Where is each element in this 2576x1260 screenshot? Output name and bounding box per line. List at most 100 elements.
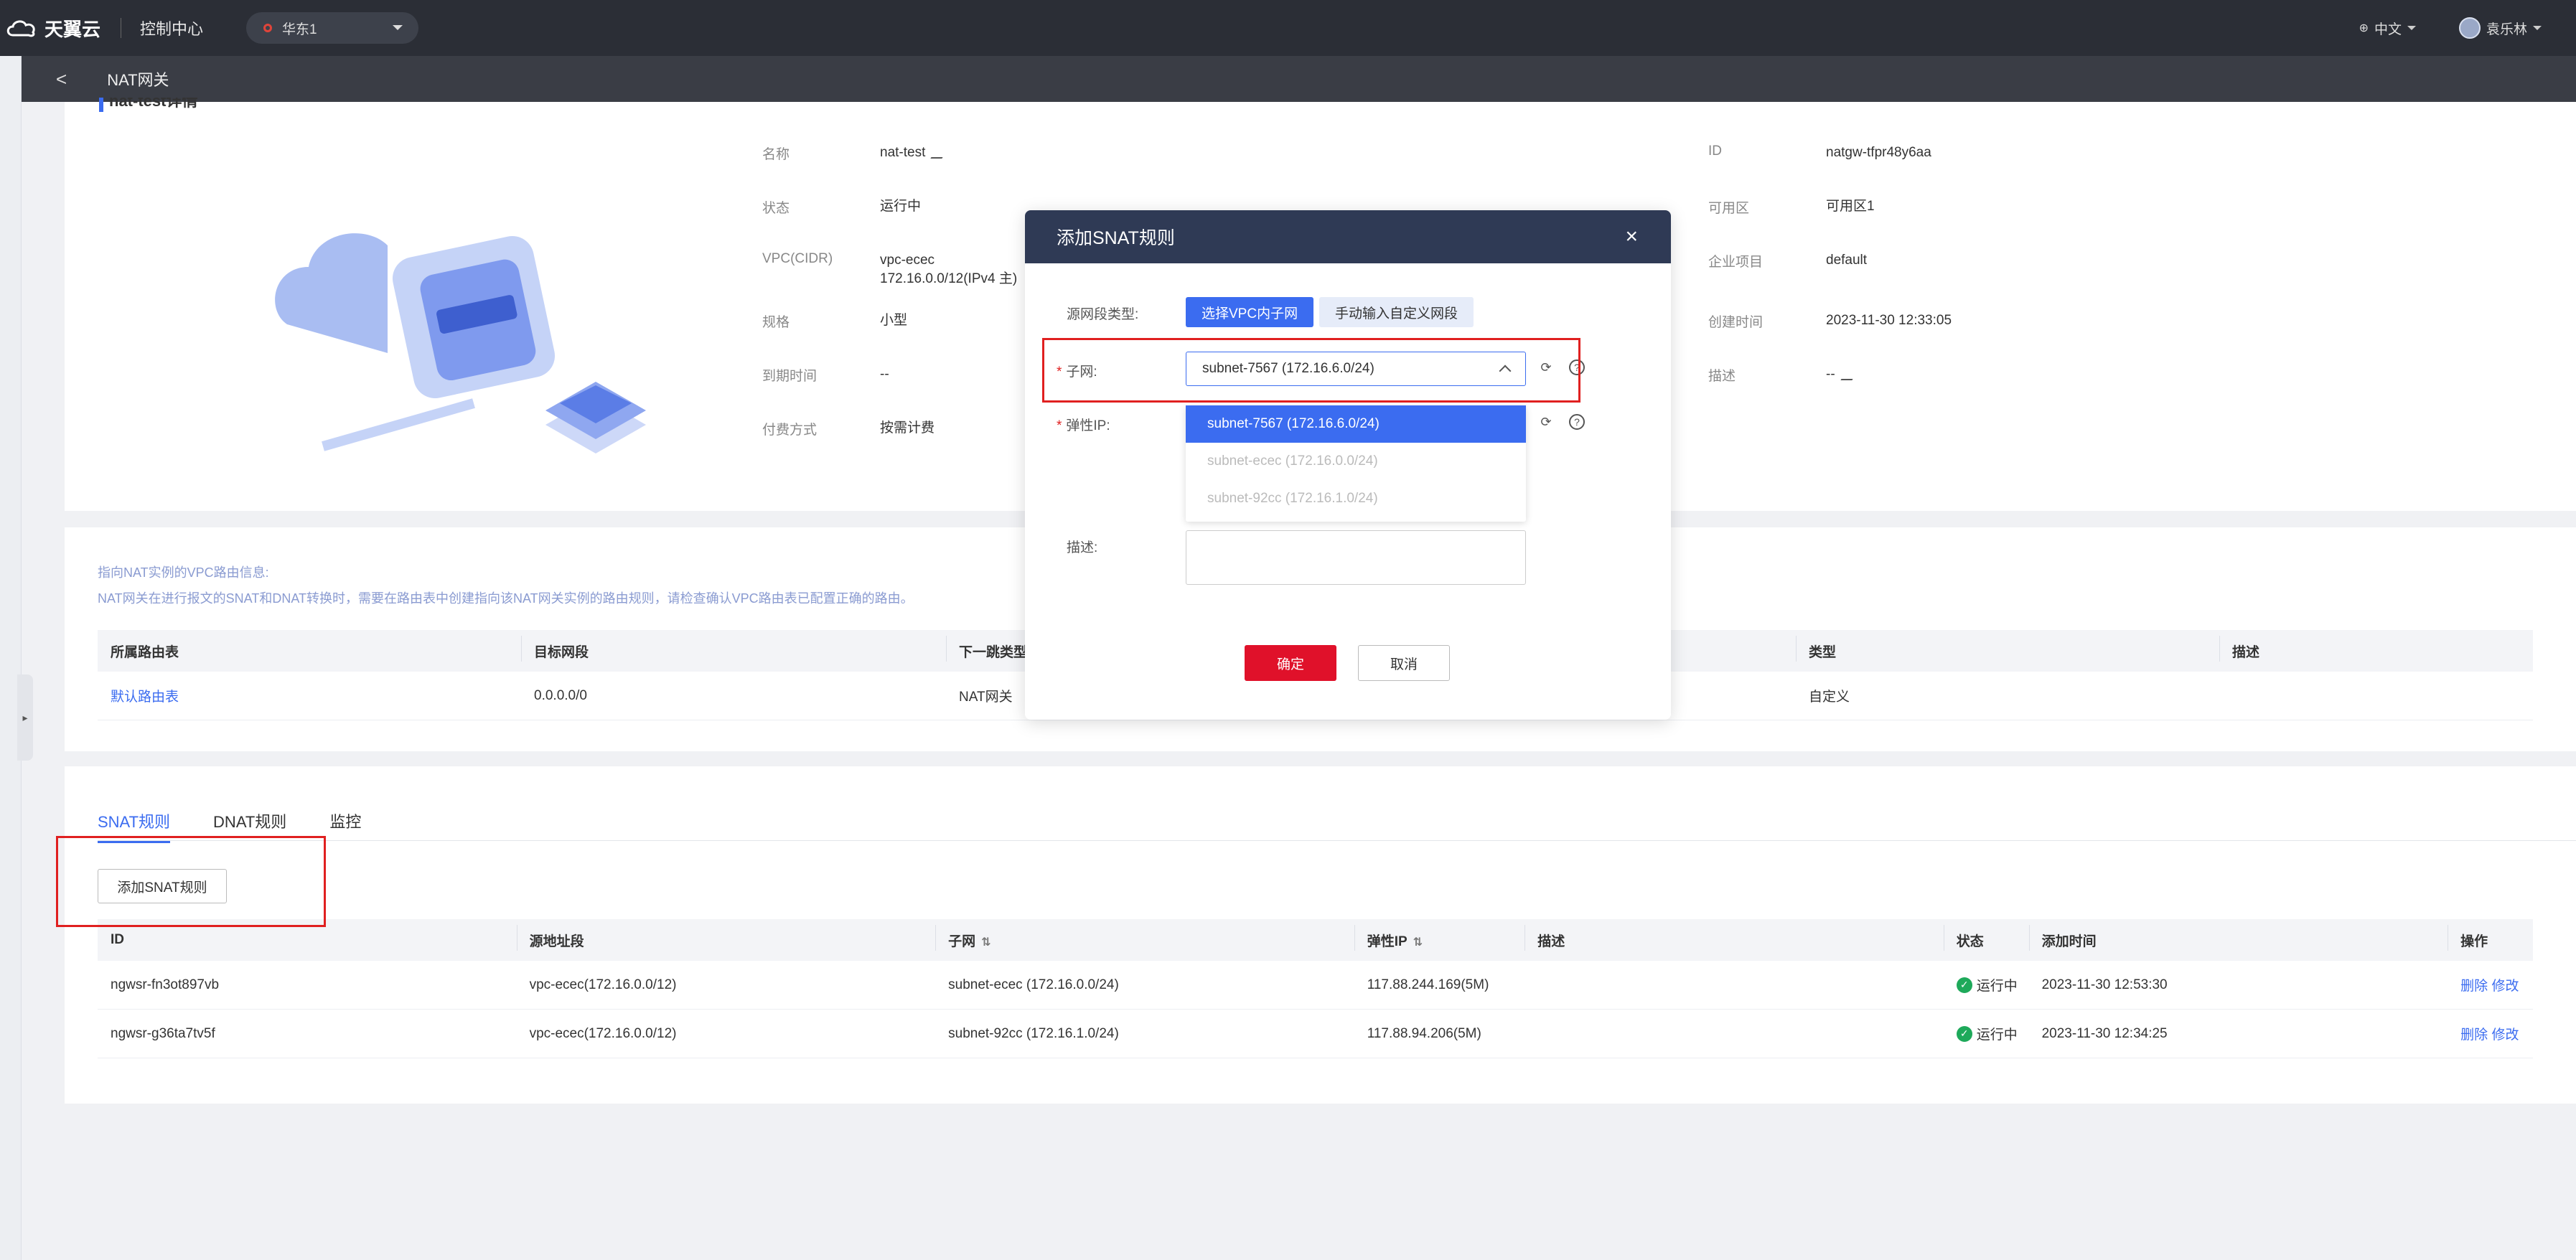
- subnet-option[interactable]: subnet-92cc (172.16.1.0/24): [1186, 480, 1526, 517]
- dialog-title: 添加SNAT规则: [1057, 228, 1175, 248]
- status-value: 运行中: [880, 199, 922, 214]
- sort-icon[interactable]: ⇅: [1413, 936, 1423, 949]
- route-hint-text: NAT网关在进行报文的SNAT和DNAT转换时，需要在路由表中创建指向该NAT网…: [98, 591, 914, 606]
- column-header: ID: [111, 932, 124, 947]
- field-label: 名称: [762, 147, 790, 162]
- globe-icon: ⊕: [2359, 22, 2369, 34]
- delete-link[interactable]: 删除: [2460, 1028, 2488, 1043]
- field-label: 可用区: [1708, 201, 1750, 216]
- route-table-link[interactable]: 默认路由表: [98, 686, 521, 705]
- snat-rules-table: ID 源地址段 子网 ⇅ 弹性IP ⇅ 描述 状态 添加时间 操作 ngwsr-fn…: [98, 919, 2533, 1058]
- status-text: 运行中: [1976, 1028, 2018, 1043]
- delete-link[interactable]: 删除: [2460, 979, 2488, 994]
- rule-eip: 117.88.94.206(5M): [1367, 1025, 1481, 1041]
- created-value: 2023-11-30 12:33:05: [1826, 313, 1952, 328]
- subnet-dropdown: subnet-7567 (172.16.6.0/24) subnet-ecec …: [1186, 405, 1526, 522]
- cancel-button[interactable]: 取消: [1358, 645, 1450, 681]
- subnet-option[interactable]: subnet-7567 (172.16.6.0/24): [1186, 405, 1526, 443]
- spec-value: 小型: [880, 313, 908, 328]
- top-navbar: 天翼云 控制中心 华东1 ⊕ 中文 袁乐林: [0, 0, 2576, 56]
- refresh-icon[interactable]: ⟳: [1538, 414, 1554, 430]
- breadcrumb: < NAT网关: [0, 56, 2576, 102]
- sort-icon[interactable]: ⇅: [981, 936, 990, 949]
- brand-logo[interactable]: 天翼云: [4, 15, 100, 42]
- back-arrow-icon[interactable]: <: [56, 68, 67, 90]
- column-header-subnet: 子网 ⇅: [935, 924, 1354, 951]
- dialog-header: 添加SNAT规则 ×: [1025, 210, 1671, 263]
- column-header: 添加时间: [2028, 924, 2448, 951]
- column-header: 状态: [1943, 924, 2029, 951]
- field-label: 状态: [762, 201, 790, 216]
- tab-monitor[interactable]: 监控: [329, 809, 361, 843]
- column-header: 操作: [2448, 924, 2533, 951]
- field-label: VPC(CIDR): [762, 251, 833, 266]
- help-icon[interactable]: ?: [1569, 414, 1585, 430]
- column-header: 目标网段: [521, 635, 946, 662]
- field-label: 规格: [762, 315, 790, 330]
- description-textarea[interactable]: [1186, 530, 1526, 585]
- name-value: nat-test: [880, 145, 926, 160]
- column-header: 弹性IP: [1367, 934, 1408, 949]
- column-header: 类型: [1796, 635, 2219, 662]
- rule-subnet: subnet-92cc (172.16.1.0/24): [948, 1025, 1119, 1041]
- rule-id: ngwsr-fn3ot897vb: [111, 977, 220, 992]
- nat-gateway-illustration: [275, 233, 646, 453]
- field-label: 付费方式: [762, 423, 818, 438]
- field-label: ID: [1708, 144, 1722, 159]
- desc-label: 描述:: [1067, 540, 1098, 555]
- left-sidebar-collapsed: [0, 56, 22, 1260]
- edit-link[interactable]: 修改: [2491, 979, 2519, 994]
- field-label: 描述: [1708, 369, 1736, 384]
- table-row: ngwsr-fn3ot897vb vpc-ecec(172.16.0.0/12)…: [98, 961, 2533, 1010]
- console-link[interactable]: 控制中心: [140, 17, 203, 39]
- close-icon[interactable]: ×: [1625, 225, 1638, 249]
- rules-card: SNAT规则 DNAT规则 监控 添加SNAT规则 ID 源地址段 子网 ⇅ 弹性…: [65, 766, 2576, 1104]
- column-header: 源地址段: [516, 924, 936, 951]
- avatar: [2458, 17, 2481, 39]
- rule-eip: 117.88.244.169(5M): [1367, 977, 1489, 992]
- rule-time: 2023-11-30 12:53:30: [2041, 977, 2168, 992]
- rule-actions: 删除 修改: [2448, 1024, 2533, 1043]
- language-selector[interactable]: ⊕ 中文: [2359, 19, 2416, 38]
- eip-label: * 弹性IP:: [1057, 418, 1110, 433]
- id-value: natgw-tfpr48y6aa: [1826, 145, 1931, 160]
- rule-actions: 删除 修改: [2448, 975, 2533, 995]
- column-header-eip: 弹性IP ⇅: [1354, 924, 1525, 951]
- section-title: nat-test详情: [99, 98, 197, 112]
- edit-icon[interactable]: [930, 146, 949, 159]
- page-title: NAT网关: [107, 71, 169, 89]
- brand-name: 天翼云: [45, 18, 101, 40]
- check-circle-icon: ✓: [1956, 977, 1972, 993]
- caret-down-icon: [393, 25, 403, 35]
- status-text: 运行中: [1976, 979, 2018, 994]
- project-value: default: [1826, 253, 1868, 268]
- rule-source: vpc-ecec(172.16.0.0/12): [529, 977, 677, 992]
- region-label: 华东1: [282, 22, 317, 37]
- table-header: ID 源地址段 子网 ⇅ 弹性IP ⇅ 描述 状态 添加时间 操作: [98, 919, 2533, 961]
- rule-time: 2023-11-30 12:34:25: [2041, 1025, 2168, 1041]
- username: 袁乐林: [2486, 22, 2527, 37]
- cloud-logo-icon: [6, 20, 35, 37]
- column-header: 描述: [2219, 635, 2506, 662]
- option-vpc-subnet[interactable]: 选择VPC内子网: [1186, 297, 1314, 327]
- highlight-box: [1042, 338, 1580, 403]
- zone-value: 可用区1: [1826, 199, 1875, 214]
- add-snat-rule-dialog: 添加SNAT规则 × 源网段类型: 选择VPC内子网 手动输入自定义网段 * 子网…: [1025, 210, 1671, 720]
- edit-link[interactable]: 修改: [2491, 1028, 2519, 1043]
- rule-source: vpc-ecec(172.16.0.0/12): [529, 1025, 677, 1041]
- confirm-button[interactable]: 确定: [1245, 645, 1336, 681]
- subnet-option[interactable]: subnet-ecec (172.16.0.0/24): [1186, 443, 1526, 480]
- table-cell: 0.0.0.0/0: [534, 687, 587, 703]
- region-selector[interactable]: 华东1: [246, 12, 419, 44]
- eip-label-text: 弹性IP:: [1066, 418, 1110, 433]
- sidebar-expand-handle[interactable]: ▸: [17, 674, 33, 761]
- user-menu[interactable]: 袁乐林: [2458, 17, 2542, 39]
- field-label: 到期时间: [762, 369, 818, 384]
- rule-id: ngwsr-g36ta7tv5f: [111, 1025, 215, 1041]
- option-custom-cidr[interactable]: 手动输入自定义网段: [1319, 297, 1474, 327]
- edit-icon[interactable]: [1840, 368, 1859, 380]
- highlight-box: [56, 836, 326, 927]
- source-type-label: 源网段类型:: [1067, 307, 1139, 322]
- route-hint-title: 指向NAT实例的VPC路由信息:: [98, 565, 269, 580]
- rule-status: ✓ 运行中: [1944, 975, 2029, 995]
